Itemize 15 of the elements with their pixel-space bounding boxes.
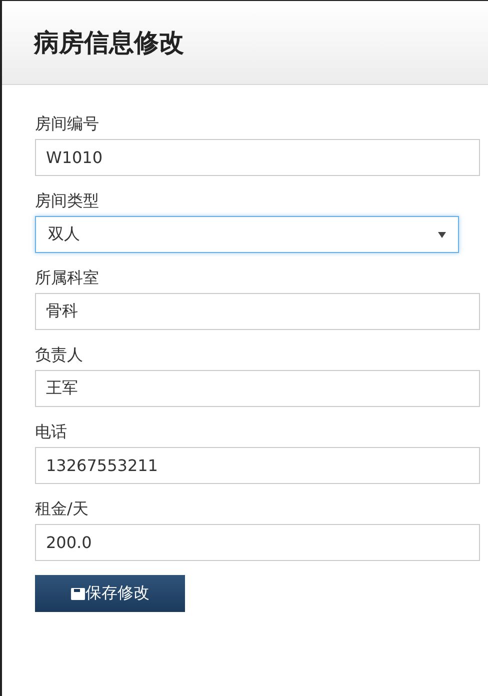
field-label: 租金/天 [35,498,88,520]
field-label: 房间类型 [35,190,99,212]
input-field[interactable]: 骨科 [35,293,480,330]
field-label: 负责人 [35,344,83,366]
field-label: 所属科室 [35,267,99,289]
page-title: 病房信息修改 [34,27,184,59]
save-button[interactable]: 保存修改 [35,575,185,612]
field-label: 电话 [35,421,67,443]
input-field[interactable]: 200.0 [35,524,480,561]
input-field[interactable]: 王军 [35,370,480,407]
input-field[interactable]: W1010 [35,139,480,176]
caret-icon [438,232,446,238]
field-label: 房间编号 [35,113,99,135]
room-type-dropdown[interactable]: 双人 [35,216,459,253]
input-field[interactable]: 13267553211 [35,447,480,484]
